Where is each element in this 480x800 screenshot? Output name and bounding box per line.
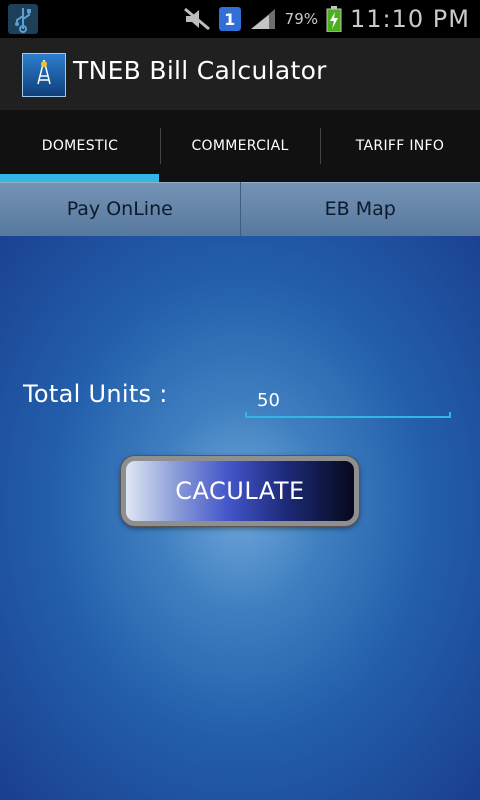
signal-icon (250, 9, 275, 29)
battery-percent: 79% (284, 10, 319, 28)
tab-domestic[interactable]: DOMESTIC (0, 110, 160, 182)
app-logo-icon (22, 53, 66, 97)
tab-bar: DOMESTIC COMMERCIAL TARIFF INFO (0, 110, 480, 182)
calculator-panel: Total Units : CACULATE (0, 236, 480, 800)
app-screen: 1 79% 11:10 PM TNEB Bill Calculator DOME… (0, 0, 480, 800)
total-units-label: Total Units : (23, 380, 168, 408)
tab-selected-indicator (0, 174, 159, 182)
tab-commercial[interactable]: COMMERCIAL (160, 110, 320, 182)
battery-charging-icon (326, 6, 342, 32)
mute-icon (183, 7, 210, 31)
clock: 11:10 PM (350, 5, 470, 33)
pay-online-button[interactable]: Pay OnLine (0, 182, 241, 236)
notification-badge: 1 (218, 7, 241, 31)
status-bar: 1 79% 11:10 PM (0, 0, 480, 38)
tab-tariff-info[interactable]: TARIFF INFO (320, 110, 480, 182)
action-button-row: Pay OnLine EB Map (0, 182, 480, 236)
eb-map-button[interactable]: EB Map (240, 182, 480, 236)
app-title: TNEB Bill Calculator (73, 56, 327, 85)
action-bar: TNEB Bill Calculator (0, 38, 480, 110)
total-units-input[interactable] (245, 381, 451, 419)
input-underline (245, 412, 451, 418)
usb-icon (8, 4, 38, 34)
calculate-button[interactable]: CACULATE (121, 456, 359, 526)
